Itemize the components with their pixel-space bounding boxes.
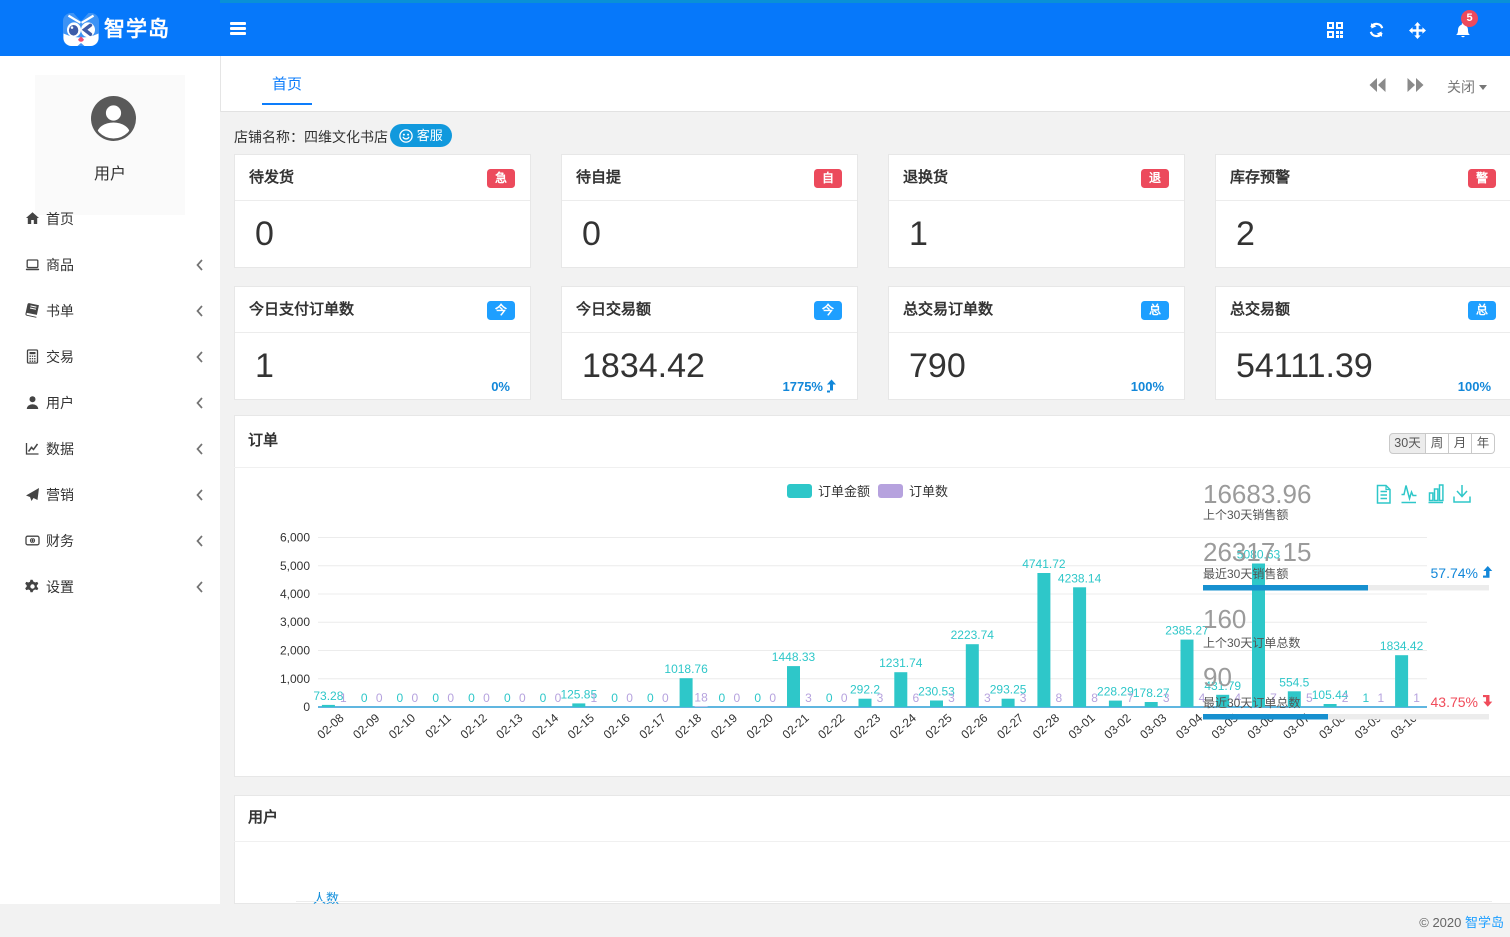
- svg-text:0: 0: [540, 691, 547, 705]
- svg-text:0: 0: [468, 691, 475, 705]
- svg-text:4,000: 4,000: [280, 587, 310, 601]
- svg-text:3,000: 3,000: [280, 615, 310, 629]
- svg-text:最近30天销售额: 最近30天销售额: [1203, 566, 1288, 581]
- svg-text:3: 3: [877, 691, 884, 705]
- svg-text:02-24: 02-24: [887, 711, 919, 742]
- svg-text:0: 0: [519, 691, 526, 705]
- svg-text:03-01: 03-01: [1066, 711, 1098, 742]
- svg-text:0: 0: [483, 691, 490, 705]
- svg-text:02-16: 02-16: [601, 711, 633, 742]
- svg-text:02-13: 02-13: [493, 711, 525, 742]
- svg-text:上个30天订单总数: 上个30天订单总数: [1203, 635, 1300, 650]
- svg-text:订单金额: 订单金额: [818, 484, 870, 499]
- svg-text:2223.74: 2223.74: [951, 628, 995, 642]
- svg-text:03-03: 03-03: [1137, 711, 1169, 742]
- svg-text:0: 0: [611, 691, 618, 705]
- svg-text:0: 0: [447, 691, 454, 705]
- svg-text:1448.33: 1448.33: [772, 650, 816, 664]
- svg-text:02-15: 02-15: [565, 711, 597, 742]
- svg-text:0: 0: [432, 691, 439, 705]
- svg-text:8: 8: [1091, 691, 1098, 705]
- svg-text:90: 90: [1203, 662, 1232, 692]
- svg-text:0: 0: [555, 691, 562, 705]
- svg-text:3: 3: [805, 691, 812, 705]
- svg-text:1: 1: [590, 691, 597, 705]
- svg-text:03-02: 03-02: [1101, 711, 1133, 742]
- svg-text:3: 3: [948, 691, 955, 705]
- svg-text:03-04: 03-04: [1173, 711, 1205, 742]
- svg-text:02-20: 02-20: [744, 711, 776, 742]
- svg-text:6,000: 6,000: [280, 531, 310, 545]
- svg-text:最近30天订单总数: 最近30天订单总数: [1203, 695, 1300, 710]
- svg-text:02-23: 02-23: [851, 711, 883, 742]
- svg-text:02-10: 02-10: [386, 711, 418, 742]
- svg-text:0: 0: [504, 691, 511, 705]
- svg-text:26317.15: 26317.15: [1203, 537, 1311, 567]
- svg-text:3: 3: [984, 691, 991, 705]
- svg-text:554.5: 554.5: [1279, 675, 1309, 689]
- svg-text:0: 0: [31, 538, 34, 544]
- svg-text:上个30天销售额: 上个30天销售额: [1203, 507, 1288, 522]
- svg-text:3: 3: [1163, 691, 1170, 705]
- svg-text:16683.96: 16683.96: [1203, 479, 1311, 509]
- svg-text:1,000: 1,000: [280, 672, 310, 686]
- svg-text:1834.42: 1834.42: [1380, 639, 1424, 653]
- svg-text:2,000: 2,000: [280, 644, 310, 658]
- svg-text:0: 0: [662, 691, 669, 705]
- svg-text:0: 0: [769, 691, 776, 705]
- svg-text:7: 7: [1127, 691, 1134, 705]
- svg-text:2: 2: [1342, 691, 1349, 705]
- svg-text:1: 1: [1377, 691, 1384, 705]
- svg-text:5: 5: [1306, 691, 1313, 705]
- svg-text:0: 0: [719, 691, 726, 705]
- svg-text:02-28: 02-28: [1030, 711, 1062, 742]
- svg-text:0: 0: [361, 691, 368, 705]
- svg-text:0: 0: [303, 700, 310, 714]
- svg-text:02-08: 02-08: [314, 711, 346, 742]
- svg-text:160: 160: [1203, 604, 1246, 634]
- svg-text:02-27: 02-27: [994, 711, 1026, 742]
- svg-text:1: 1: [1362, 691, 1369, 705]
- svg-text:6: 6: [912, 691, 919, 705]
- svg-text:1: 1: [340, 691, 347, 705]
- svg-text:0: 0: [754, 691, 761, 705]
- svg-text:0: 0: [734, 691, 741, 705]
- svg-text:02-22: 02-22: [815, 711, 847, 742]
- svg-text:02-25: 02-25: [922, 711, 954, 742]
- svg-text:0: 0: [397, 691, 404, 705]
- svg-text:3: 3: [1020, 691, 1027, 705]
- svg-text:4238.14: 4238.14: [1058, 571, 1102, 585]
- svg-text:0: 0: [376, 691, 383, 705]
- svg-text:8: 8: [1056, 691, 1063, 705]
- svg-text:0: 0: [626, 691, 633, 705]
- svg-text:43.75%: 43.75%: [1431, 694, 1478, 710]
- svg-text:02-14: 02-14: [529, 711, 561, 742]
- svg-text:0: 0: [826, 691, 833, 705]
- svg-text:02-17: 02-17: [636, 711, 668, 742]
- svg-text:57.74%: 57.74%: [1431, 565, 1478, 581]
- svg-text:4741.72: 4741.72: [1022, 557, 1066, 571]
- svg-text:02-18: 02-18: [672, 711, 704, 742]
- svg-text:0: 0: [412, 691, 419, 705]
- svg-text:1231.74: 1231.74: [879, 656, 923, 670]
- svg-text:02-19: 02-19: [708, 711, 740, 742]
- svg-text:02-09: 02-09: [350, 711, 382, 742]
- svg-text:0: 0: [841, 691, 848, 705]
- svg-text:0: 0: [647, 691, 654, 705]
- svg-text:02-21: 02-21: [779, 711, 811, 742]
- svg-text:订单数: 订单数: [909, 484, 948, 499]
- svg-text:02-11: 02-11: [422, 711, 454, 742]
- svg-text:18: 18: [694, 691, 708, 705]
- svg-text:5,000: 5,000: [280, 559, 310, 573]
- svg-text:1018.76: 1018.76: [664, 662, 708, 676]
- svg-text:1: 1: [1413, 691, 1420, 705]
- svg-text:02-12: 02-12: [457, 711, 489, 742]
- svg-text:02-26: 02-26: [958, 711, 990, 742]
